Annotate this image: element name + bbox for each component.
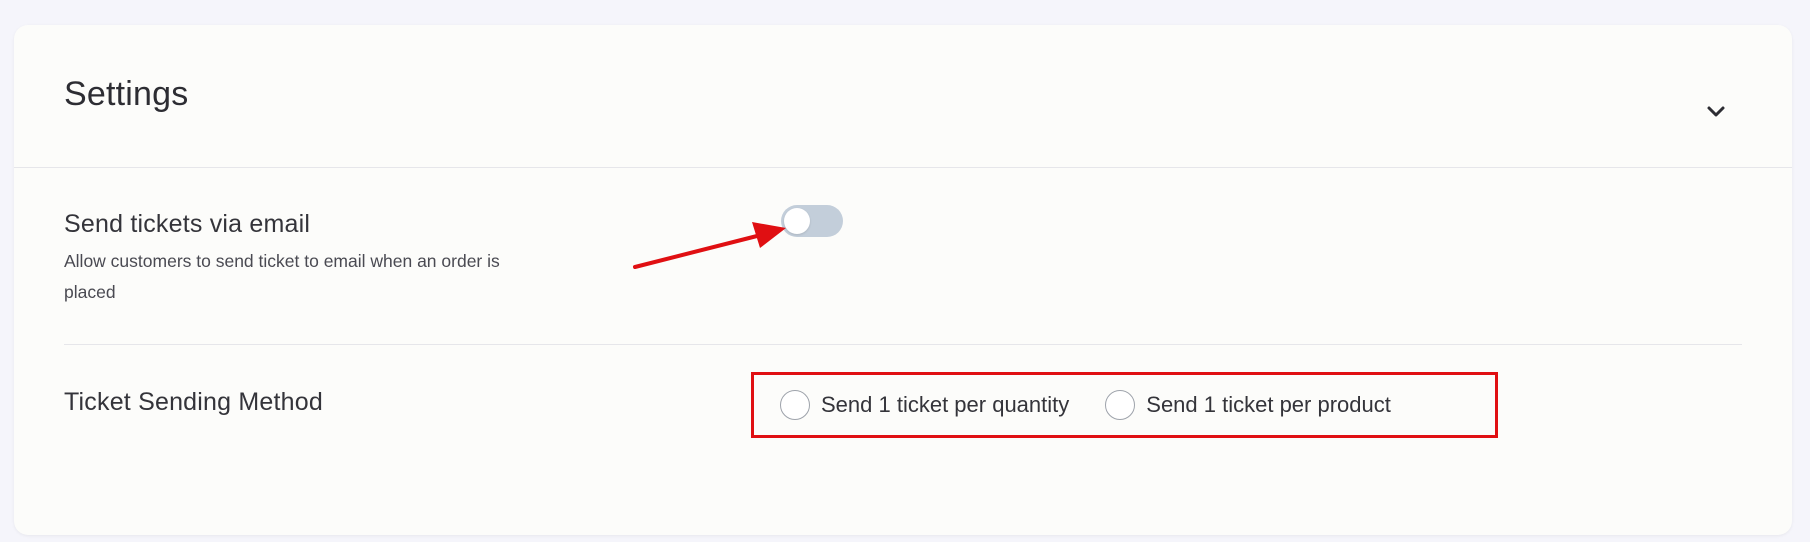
send-email-toggle[interactable] — [781, 205, 843, 237]
radio-option-per-quantity[interactable]: Send 1 ticket per quantity — [780, 390, 1069, 420]
section-divider — [64, 344, 1742, 345]
email-setting-label: Send tickets via email — [64, 210, 311, 238]
sending-method-radio-group: Send 1 ticket per quantity Send 1 ticket… — [751, 372, 1498, 438]
sending-method-label: Ticket Sending Method — [64, 388, 323, 416]
email-setting-description: Allow customers to send ticket to email … — [64, 251, 500, 302]
radio-label-per-quantity: Send 1 ticket per quantity — [821, 392, 1070, 417]
card-header: Settings — [14, 25, 1792, 168]
chevron-down-icon — [1707, 106, 1725, 117]
radio-button-per-quantity[interactable] — [780, 390, 810, 420]
radio-button-per-product[interactable] — [1105, 390, 1136, 420]
radio-label-per-product: Send 1 ticket per product — [1146, 392, 1391, 417]
page-title: Settings — [64, 75, 189, 113]
toggle-knob — [784, 208, 810, 234]
collapse-button[interactable] — [1699, 95, 1733, 129]
radio-option-per-product[interactable]: Send 1 ticket per product — [1105, 390, 1391, 420]
